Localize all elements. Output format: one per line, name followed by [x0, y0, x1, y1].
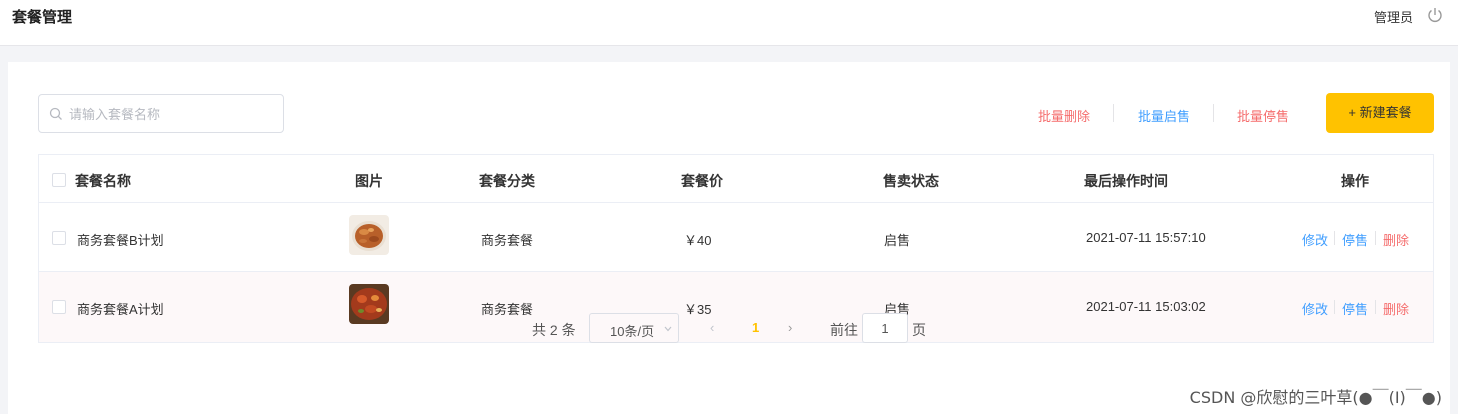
batch-off-sale-button[interactable]: 批量停售 — [1237, 106, 1289, 125]
combo-price: ￥40 — [684, 233, 712, 248]
updated-time: 2021-07-11 15:57:10 — [1086, 230, 1206, 245]
page-size-select[interactable]: 10条/页 — [589, 313, 679, 343]
row-checkbox[interactable] — [52, 231, 66, 245]
food-photo — [349, 215, 389, 255]
main-card: 批量删除 批量启售 批量停售 + 新建套餐 套餐名称 图片 套餐分类 套餐价 售… — [8, 62, 1450, 414]
next-page-icon[interactable]: › — [788, 320, 792, 335]
combo-category: 商务套餐 — [481, 233, 534, 248]
prev-page-icon[interactable]: ‹ — [710, 320, 714, 335]
combo-category: 商务套餐 — [481, 302, 534, 317]
divider — [1375, 300, 1376, 314]
goto-label: 前往 — [830, 322, 858, 338]
column-header: 套餐名称 — [75, 173, 131, 189]
pagination-total: 共 2 条 — [532, 322, 576, 338]
new-combo-button[interactable]: + 新建套餐 — [1326, 93, 1434, 133]
divider — [1113, 104, 1114, 122]
page-title: 套餐管理 — [12, 9, 73, 26]
search-input[interactable] — [69, 103, 269, 125]
stop-sale-link[interactable]: 停售 — [1342, 299, 1368, 318]
goto-page-input[interactable] — [862, 313, 908, 343]
combo-name: 商务套餐B计划 — [77, 233, 164, 248]
food-photo — [349, 284, 389, 324]
divider — [1213, 104, 1214, 122]
watermark: CSDN @欣慰的三叶草(●￣(I)￣●) — [1189, 388, 1442, 407]
batch-on-sale-button[interactable]: 批量启售 — [1138, 106, 1190, 125]
table-row: 商务套餐B计划 商务套餐 ￥40 启售 2021-07-11 15:57:10 … — [39, 203, 1433, 272]
page-size-label: 10条/页 — [610, 324, 655, 339]
column-header: 售卖状态 — [883, 173, 939, 189]
delete-link[interactable]: 删除 — [1383, 299, 1409, 318]
combo-name: 商务套餐A计划 — [77, 302, 164, 317]
divider — [1375, 231, 1376, 245]
user-name[interactable]: 管理员 — [1374, 7, 1413, 26]
page-number-current[interactable]: 1 — [752, 320, 759, 335]
delete-link[interactable]: 删除 — [1383, 230, 1409, 249]
column-header: 套餐价 — [681, 173, 723, 189]
chevron-down-icon — [664, 326, 672, 332]
sale-status: 启售 — [884, 233, 911, 248]
batch-delete-button[interactable]: 批量删除 — [1038, 106, 1090, 125]
divider — [1334, 231, 1335, 245]
power-icon[interactable] — [1426, 6, 1444, 24]
column-header: 套餐分类 — [479, 173, 535, 189]
search-box[interactable] — [38, 94, 284, 133]
divider — [1334, 300, 1335, 314]
column-header: 图片 — [355, 173, 383, 189]
edit-link[interactable]: 修改 — [1302, 299, 1328, 318]
top-bar: 套餐管理 管理员 — [0, 0, 1458, 46]
select-all-checkbox[interactable] — [52, 173, 66, 187]
edit-link[interactable]: 修改 — [1302, 230, 1328, 249]
search-icon — [49, 107, 62, 120]
stop-sale-link[interactable]: 停售 — [1342, 230, 1368, 249]
updated-time: 2021-07-11 15:03:02 — [1086, 299, 1206, 314]
row-checkbox[interactable] — [52, 300, 66, 314]
combo-price: ￥35 — [684, 302, 712, 317]
table-row: 商务套餐A计划 商务套餐 ￥35 启售 2021-07-11 15:03:02 … — [39, 272, 1433, 342]
column-header: 最后操作时间 — [1084, 173, 1168, 189]
column-header: 操作 — [1341, 173, 1369, 189]
table-header: 套餐名称 图片 套餐分类 套餐价 售卖状态 最后操作时间 操作 — [39, 155, 1433, 203]
combo-table: 套餐名称 图片 套餐分类 套餐价 售卖状态 最后操作时间 操作 商务套餐B计划 … — [38, 154, 1434, 343]
goto-unit: 页 — [912, 322, 926, 338]
